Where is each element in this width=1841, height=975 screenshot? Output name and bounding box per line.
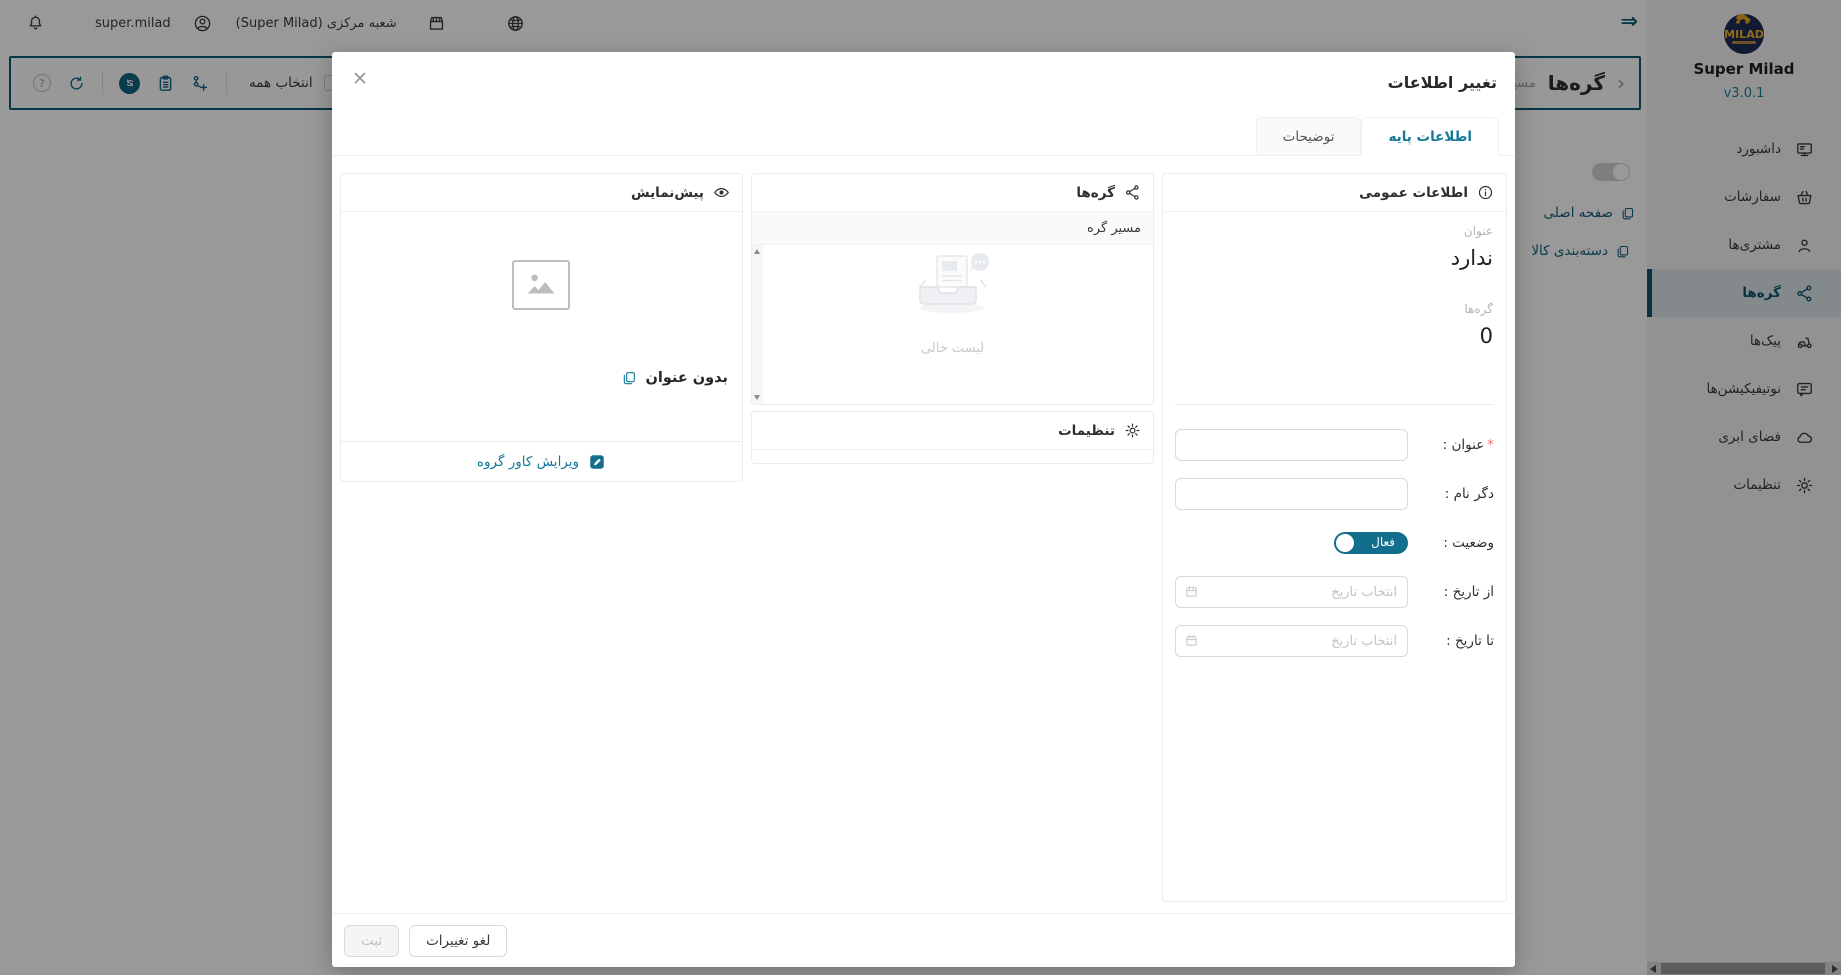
required-mark: *: [1487, 437, 1494, 453]
calendar-icon: [1184, 633, 1199, 648]
general-info-form: *عنوان : دگر نام : وضعیت : فعال از تاریخ…: [1175, 429, 1494, 674]
edit-info-modal: تغییر اطلاعات ✕ اطلاعات پایه توضیحات اطل…: [332, 52, 1515, 967]
settings-gear-icon: [1124, 422, 1141, 439]
title-summary-label: عنوان: [1464, 224, 1493, 238]
title-input[interactable]: [1175, 429, 1408, 461]
nodes-card-header: گره‌ها: [1076, 185, 1115, 201]
to-date-input[interactable]: [1175, 625, 1408, 657]
submit-button[interactable]: ثبت: [344, 925, 399, 957]
status-toggle[interactable]: فعال: [1334, 532, 1408, 554]
from-date-field-label: از تاریخ :: [1408, 584, 1494, 600]
alt-name-field-label: دگر نام :: [1408, 486, 1494, 502]
title-field-label: *عنوان :: [1408, 437, 1494, 453]
info-circle-icon: [1477, 184, 1494, 201]
untitled-label: بدون عنوان: [645, 370, 728, 386]
edit-pen-icon: [588, 453, 606, 471]
tab-description[interactable]: توضیحات: [1256, 117, 1362, 156]
alt-name-input[interactable]: [1175, 478, 1408, 510]
eye-preview-icon: [713, 184, 730, 201]
modal-title: تغییر اطلاعات: [1388, 73, 1497, 92]
modal-tabs: اطلاعات پایه توضیحات: [1256, 117, 1499, 156]
calendar-icon: [1184, 584, 1199, 599]
toggle-knob: [1336, 534, 1354, 552]
from-date-input[interactable]: [1175, 576, 1408, 608]
empty-list-illustration: [908, 251, 998, 315]
nodes-graph-icon: [1124, 184, 1141, 201]
tab-basic-info[interactable]: اطلاعات پایه: [1361, 117, 1499, 156]
general-info-header: اطلاعات عمومی: [1359, 185, 1468, 201]
status-toggle-label: فعال: [1371, 535, 1395, 549]
cancel-changes-button[interactable]: لغو تغییرات: [409, 925, 507, 957]
nodes-count-value: 0: [1480, 324, 1493, 348]
edit-cover-button[interactable]: ویرایش کاور گروه: [341, 441, 742, 483]
general-info-card: اطلاعات عمومی عنوان ندارد گره‌ها 0 *عنوا…: [1162, 173, 1507, 902]
close-icon[interactable]: ✕: [352, 70, 368, 89]
nodes-card: گره‌ها مسیر گره لیست خالی: [751, 173, 1154, 405]
copy-icon[interactable]: [621, 370, 637, 386]
status-field-label: وضعیت :: [1408, 535, 1494, 551]
empty-list-text: لیست خالی: [921, 341, 984, 356]
card-divider: [1175, 404, 1494, 405]
title-summary-value: ندارد: [1451, 246, 1493, 270]
preview-card: پیش‌نمایش بدون عنوان ویرایش کاور گروه: [340, 173, 743, 482]
preview-card-header: پیش‌نمایش: [631, 185, 704, 201]
settings-card: تنظیمات: [751, 411, 1154, 464]
cover-image-placeholder: [512, 260, 570, 310]
settings-card-header: تنظیمات: [1058, 423, 1115, 439]
app-root: super.milad (Super Milad) شعبه مرکزی ⇒ ?…: [0, 0, 1841, 975]
image-placeholder-icon: [521, 268, 561, 302]
node-path-subheader: مسیر گره: [752, 212, 1153, 245]
to-date-field-label: تا تاریخ :: [1408, 633, 1494, 649]
modal-footer: ثبت لغو تغییرات: [332, 913, 1515, 967]
untitled-row: بدون عنوان: [621, 370, 728, 386]
nodes-count-label: گره‌ها: [1464, 302, 1493, 316]
nodes-empty-list: لیست خالی: [752, 245, 1153, 404]
